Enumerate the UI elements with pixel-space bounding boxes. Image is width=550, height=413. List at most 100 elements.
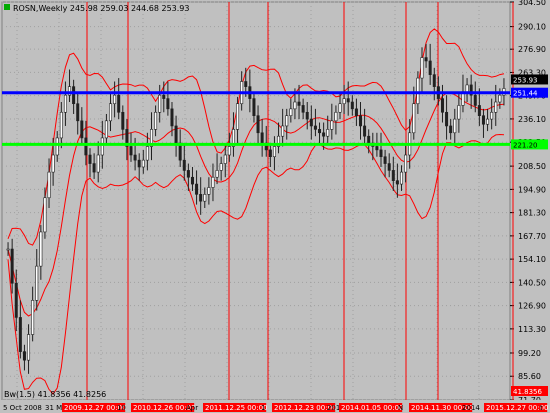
chart-title: ROSN,Weekly 245.98 259.03 244.68 253.93 [13, 4, 189, 13]
candle-body [334, 111, 338, 122]
candle-body [18, 317, 22, 352]
candle-body [399, 171, 403, 185]
candle-body [305, 111, 309, 120]
candle-body [129, 146, 133, 156]
date-highlight-label: 2011.12.25 00:00 [205, 404, 267, 412]
candle-body [350, 101, 354, 110]
candle-body [72, 86, 76, 105]
candle-body [404, 154, 408, 173]
candle-body [342, 98, 346, 105]
candle-body [145, 146, 149, 161]
candle-body [236, 103, 240, 130]
candle-body [440, 98, 444, 113]
candle-body [137, 159, 141, 168]
y-tick-label: 99.20 [518, 349, 541, 358]
candle-body [256, 115, 260, 134]
y-tick-label: 276.90 [518, 45, 546, 54]
candle-body [383, 156, 387, 164]
x-axis-label: t [540, 404, 543, 412]
candle-body [412, 103, 416, 134]
candle-body [322, 132, 326, 137]
candle-body [481, 115, 485, 125]
candle-body [133, 154, 137, 161]
candle-body [326, 129, 330, 137]
candle-body [43, 197, 47, 233]
candle-body [424, 57, 428, 62]
candle-body [293, 101, 297, 110]
candle-body [166, 98, 170, 110]
candle-body [281, 125, 285, 137]
candle-body [428, 60, 432, 75]
y-tick-label: 140.50 [518, 278, 546, 287]
candle-body [486, 118, 490, 125]
candle-body [457, 105, 461, 120]
candle-body [51, 154, 55, 173]
candle-body [285, 115, 289, 127]
candle-body [76, 103, 80, 122]
candle-body [416, 77, 420, 105]
candle-body [301, 105, 305, 113]
candle-body [80, 120, 84, 139]
current-price-label: 253.93 [513, 76, 538, 84]
candle-body [88, 154, 92, 164]
candle-body [252, 98, 256, 116]
candle-body [211, 176, 215, 188]
candle-body [289, 108, 293, 116]
candle-body [55, 137, 59, 156]
candle-body [141, 159, 145, 168]
candle-body [109, 103, 113, 122]
candle-body [297, 101, 301, 106]
blue-level-label: 251.44 [513, 90, 538, 98]
candle-body [375, 146, 379, 151]
x-axis-label: 2014 [462, 404, 480, 412]
candle-body [100, 137, 104, 156]
candle-body [31, 300, 35, 335]
candle-body [59, 111, 63, 139]
candle-body [313, 125, 317, 130]
y-tick-label: 208.50 [518, 162, 546, 171]
candle-body [498, 94, 502, 103]
y-tick-label: 236.10 [518, 115, 546, 124]
candle-body [195, 183, 199, 195]
candle-body [215, 170, 219, 178]
candle-body [63, 94, 67, 113]
candle-body [494, 101, 498, 113]
candle-body [223, 154, 227, 164]
candle-body [14, 282, 18, 318]
candle-body [186, 170, 190, 178]
candle-body [203, 194, 207, 202]
x-axis-label: N [398, 404, 403, 412]
candle-body [465, 84, 469, 93]
candle-body [449, 125, 453, 134]
candle-body [84, 137, 88, 156]
candle-body [27, 334, 31, 361]
chart-canvas[interactable]: 304.50290.10276.90263.30249.70236.10222.… [0, 0, 550, 413]
y-tick-label: 154.10 [518, 255, 546, 264]
candle-body [244, 81, 248, 87]
candle-body [445, 111, 449, 127]
candle-body [35, 265, 39, 301]
candle-body [260, 132, 264, 144]
date-highlight-label: 2014.01.05 00:00 [341, 404, 403, 412]
candle-body [367, 135, 371, 144]
price-chart[interactable]: 304.50290.10276.90263.30249.70236.10222.… [0, 0, 550, 413]
bottom-value-label: 41.8356 [513, 388, 542, 396]
green-level-label: 221.20 [513, 141, 538, 149]
candle-body [158, 94, 162, 113]
y-tick-label: 167.70 [518, 232, 546, 241]
y-tick-label: 113.30 [518, 325, 546, 334]
candle-body [6, 248, 10, 251]
y-tick-label: 304.50 [518, 0, 546, 7]
candle-body [379, 149, 383, 158]
candle-body [39, 231, 43, 267]
candle-body [477, 105, 481, 116]
candle-body [170, 108, 174, 127]
x-axis-label: 1 [261, 404, 265, 412]
candle-body [190, 176, 194, 185]
x-axis-label: 5 Oct 2008 [3, 404, 42, 412]
candle-body [117, 94, 121, 113]
candle-body [199, 194, 203, 202]
candle-body [96, 154, 100, 173]
chart-background [0, 0, 550, 413]
y-tick-label: 126.90 [518, 302, 546, 311]
